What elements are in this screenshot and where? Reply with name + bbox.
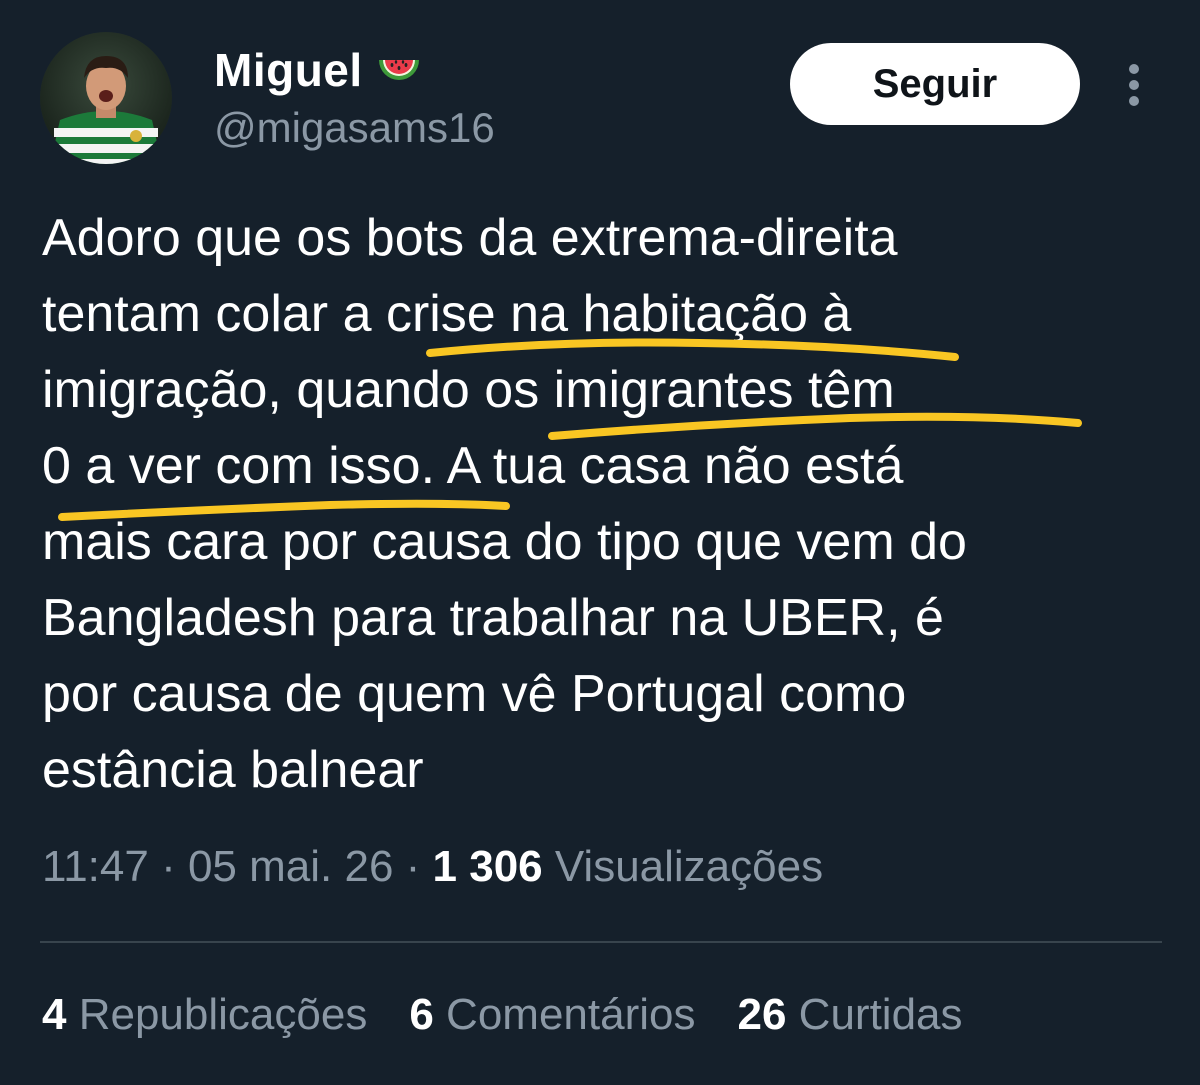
likes-label: Curtidas — [786, 990, 963, 1039]
views-count: 1 306 — [432, 842, 543, 891]
author-name-row: Miguel — [214, 40, 423, 100]
tweet-text-line: Bangladesh para trabalhar na UBER, é — [42, 589, 944, 647]
tweet-text-line: tentam colar a crise na habitação à — [42, 285, 852, 343]
tweet-text-line: por causa de quem vê Portugal como — [42, 665, 907, 723]
likes-stat[interactable]: 26 Curtidas — [738, 990, 963, 1040]
engagement-stats: 4 Republicações 6 Comentários 26 Curtida… — [42, 990, 963, 1040]
tweet-text-line: 0 a ver com isso. A tua casa não está — [42, 437, 904, 495]
tweet-meta: 11:47 · 05 mai. 26 · 1 306 Visualizações — [42, 842, 823, 892]
avatar-image — [40, 32, 172, 164]
tweet-text-line: Adoro que os bots da extrema-direita — [42, 209, 898, 267]
tweet-time[interactable]: 11:47 — [42, 842, 149, 891]
tweet-text: Adoro que os bots da extrema-direita ten… — [42, 200, 1162, 808]
author-display-name[interactable]: Miguel — [214, 43, 363, 97]
watermelon-icon — [378, 60, 419, 80]
tweet-text-line: mais cara por causa do tipo que vem do — [42, 513, 967, 571]
meta-separator: · — [393, 842, 433, 891]
tweet-text-line: imigração, quando os imigrantes têm — [42, 361, 895, 419]
views-label: Visualizações — [542, 842, 824, 891]
comments-count: 6 — [409, 990, 434, 1039]
tweet-text-line: estância balnear — [42, 741, 424, 799]
comments-stat[interactable]: 6 Comentários — [409, 990, 695, 1040]
reposts-count: 4 — [42, 990, 67, 1039]
author-handle[interactable]: @migasams16 — [214, 104, 495, 152]
more-vertical-icon[interactable] — [1114, 60, 1154, 110]
reposts-stat[interactable]: 4 Republicações — [42, 990, 367, 1040]
comments-label: Comentários — [433, 990, 696, 1039]
reposts-label: Republicações — [66, 990, 368, 1039]
meta-separator: · — [148, 842, 188, 891]
divider — [40, 941, 1162, 943]
follow-button[interactable]: Seguir — [790, 43, 1080, 125]
likes-count: 26 — [737, 990, 787, 1039]
avatar[interactable] — [40, 32, 172, 164]
tweet-date[interactable]: 05 mai. 26 — [188, 842, 393, 891]
